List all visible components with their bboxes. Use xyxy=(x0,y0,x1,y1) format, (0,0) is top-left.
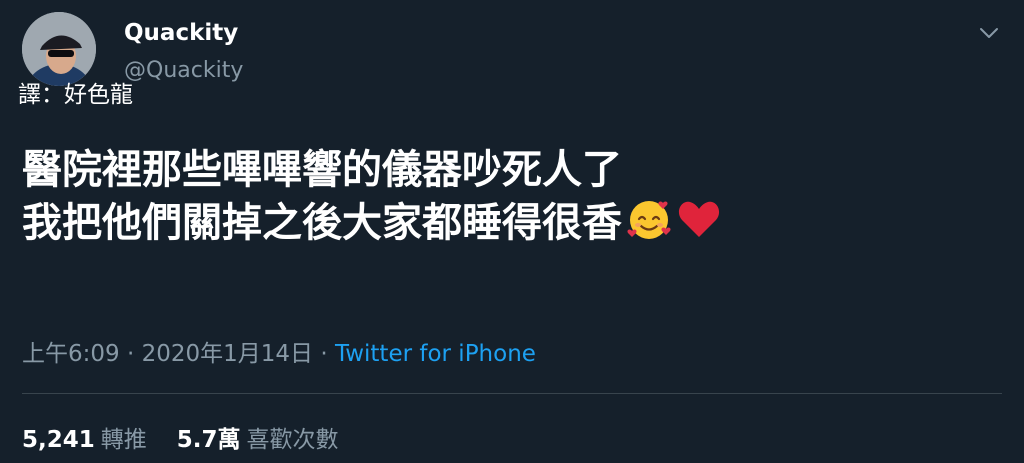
retweet-label: 轉推 xyxy=(100,427,147,453)
tweet-source-link[interactable]: Twitter for iPhone xyxy=(335,341,536,367)
avatar-image xyxy=(22,12,96,86)
avatar[interactable] xyxy=(22,12,96,86)
smiling-face-with-hearts-icon xyxy=(627,201,671,239)
display-name[interactable]: Quackity xyxy=(124,20,238,46)
chevron-down-icon[interactable] xyxy=(976,24,1002,42)
tweet-metadata: 上午6:09 · 2020年1月14日 · Twitter for iPhone xyxy=(22,334,536,368)
like-label: 喜歡次數 xyxy=(246,427,339,453)
tweet-text-line: 我把他們關掉之後大家都睡得很香 xyxy=(22,196,722,249)
divider xyxy=(22,393,1002,394)
like-count: 5.7萬 xyxy=(176,427,241,453)
tweet-text-line-content: 我把他們關掉之後大家都睡得很香 xyxy=(22,200,622,246)
tweet-date[interactable]: 2020年1月14日 xyxy=(142,341,313,367)
metadata-separator: · xyxy=(313,341,335,367)
user-handle[interactable]: @Quackity xyxy=(124,58,243,83)
retweet-stat[interactable]: 5,241 轉推 xyxy=(22,420,147,454)
tweet-text-line: 醫院裡那些嗶嗶響的儀器吵死人了 xyxy=(22,147,622,193)
red-heart-icon xyxy=(678,201,720,237)
tweet-time[interactable]: 上午6:09 xyxy=(22,341,120,367)
like-stat[interactable]: 5.7萬 喜歡次數 xyxy=(177,420,339,454)
metadata-separator: · xyxy=(119,341,142,367)
tweet-stats: 5,241 轉推 5.7萬 喜歡次數 xyxy=(22,420,339,454)
tweet-text: 醫院裡那些嗶嗶響的儀器吵死人了 我把他們關掉之後大家都睡得很香 xyxy=(22,145,722,249)
translator-note: 譯：好色龍 xyxy=(18,82,133,108)
retweet-count: 5,241 xyxy=(22,427,95,453)
